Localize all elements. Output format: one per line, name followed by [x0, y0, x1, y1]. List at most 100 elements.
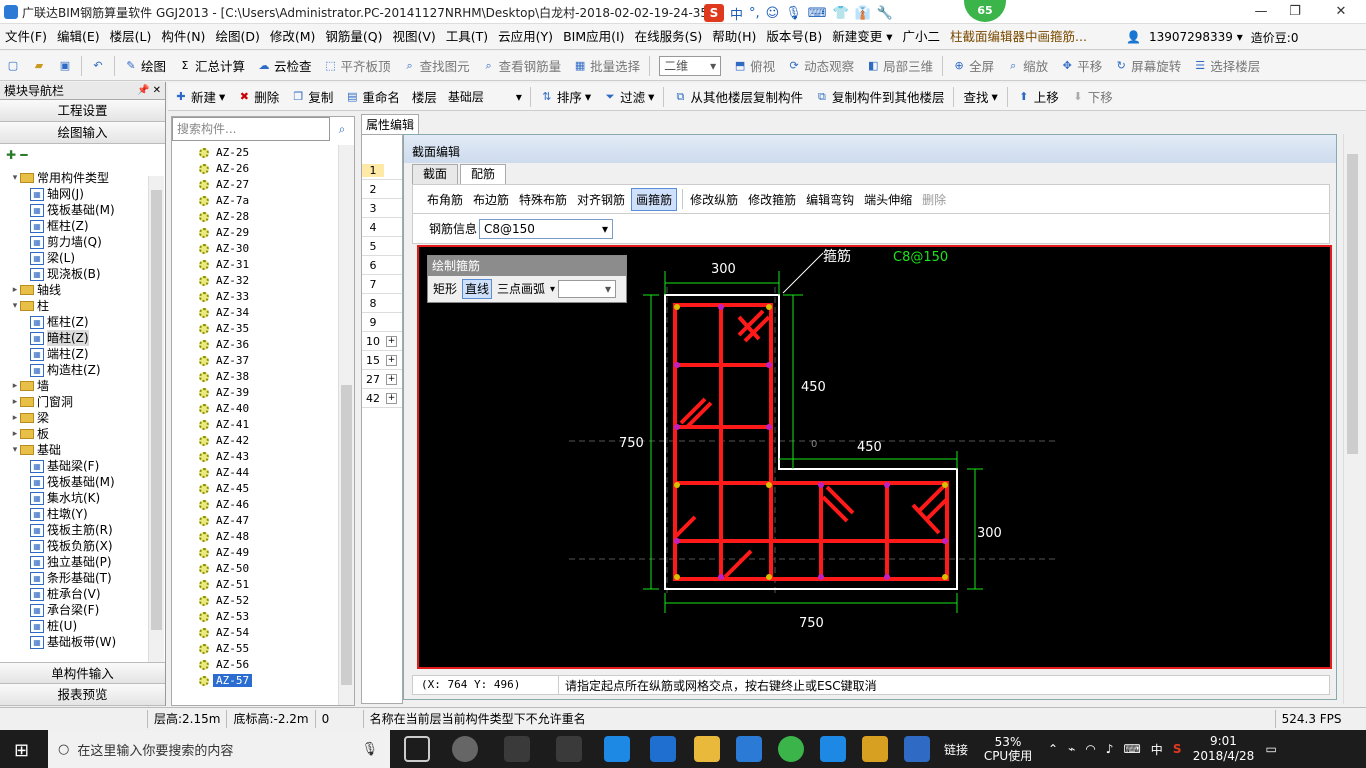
component-list-item[interactable]: AZ-29	[172, 225, 342, 241]
menu-version[interactable]: 版本号(B)	[761, 24, 827, 50]
grid-row[interactable]: 8	[362, 294, 402, 313]
grid-row[interactable]: 2	[362, 180, 402, 199]
tree-node[interactable]: ▦ 独立基础(P)	[0, 554, 148, 570]
tab-property-edit[interactable]: 属性编辑	[361, 114, 419, 134]
volume-icon[interactable]: ♪	[1106, 742, 1114, 756]
tree-expand-icon[interactable]: ▸	[10, 282, 20, 298]
menu-new-change[interactable]: 新建变更 ▾	[827, 24, 897, 50]
menu-draw[interactable]: 绘图(D)	[210, 24, 264, 50]
open-button[interactable]: ▰	[26, 53, 52, 79]
menu-view[interactable]: 视图(V)	[387, 24, 440, 50]
edge-bar-button[interactable]: 布边筋	[469, 189, 513, 210]
component-list-item[interactable]: AZ-25	[172, 145, 342, 161]
component-list-item[interactable]: AZ-53	[172, 609, 342, 625]
tree-node[interactable]: ▦ 轴网(J)	[0, 186, 148, 202]
windows-start-icon[interactable]: ⊞	[14, 740, 29, 761]
grid-row[interactable]: 42 +	[362, 389, 402, 408]
section-canvas[interactable]: 箍筋 C8@150 300 450 450 300 750 750 0 绘制箍筋…	[417, 245, 1332, 669]
tree-expand-icon[interactable]: ▾	[10, 298, 20, 314]
tree-node[interactable]: ▸ 轴线	[0, 282, 148, 298]
tree-node[interactable]: ▦ 桩(U)	[0, 618, 148, 634]
component-list-item[interactable]: AZ-39	[172, 385, 342, 401]
clock[interactable]: 9:01 2018/4/28	[1191, 734, 1255, 764]
glodon-active-icon[interactable]	[820, 736, 846, 762]
line-mode-button[interactable]: 直线	[462, 279, 493, 299]
tree-expand-icon[interactable]: ▸	[10, 410, 20, 426]
chevron-up-icon[interactable]: ⌃	[1048, 742, 1058, 756]
modify-long-bar-button[interactable]: 修改纵筋	[686, 189, 742, 210]
component-list-item[interactable]: AZ-28	[172, 209, 342, 225]
tree-node[interactable]: ▦ 剪力墙(Q)	[0, 234, 148, 250]
component-list-item[interactable]: AZ-47	[172, 513, 342, 529]
component-list-item[interactable]: AZ-38	[172, 369, 342, 385]
component-list-item[interactable]: AZ-56	[172, 657, 342, 673]
expand-plus-icon[interactable]: +	[386, 354, 397, 366]
tree-node[interactable]: ▦ 集水坑(K)	[0, 490, 148, 506]
component-list-item[interactable]: AZ-52	[172, 593, 342, 609]
sogou-icon[interactable]: S	[704, 4, 724, 22]
menu-bim[interactable]: BIM应用(I)	[558, 24, 630, 50]
tree-node[interactable]: ▦ 筏板基础(M)	[0, 202, 148, 218]
tree-expand-icon[interactable]: ▾	[10, 442, 20, 458]
expand-plus-icon[interactable]: +	[386, 335, 397, 347]
tree-node[interactable]: ▦ 现浇板(B)	[0, 266, 148, 282]
ime-item[interactable]: ☺	[766, 6, 780, 21]
tree-node[interactable]: ▦ 端柱(Z)	[0, 346, 148, 362]
tree-node[interactable]: ▦ 筏板基础(M)	[0, 474, 148, 490]
ime-item[interactable]: 👔	[855, 6, 871, 21]
component-list-item[interactable]: AZ-55	[172, 641, 342, 657]
price-beans[interactable]: 造价豆:0	[1251, 29, 1299, 46]
tree-node[interactable]: ▦ 框柱(Z)	[0, 314, 148, 330]
floor-select[interactable]: 基础层 ▾	[443, 87, 527, 107]
component-list-item[interactable]: AZ-40	[172, 401, 342, 417]
tree-node[interactable]: ▦ 框柱(Z)	[0, 218, 148, 234]
tree-node[interactable]: ▦ 条形基础(T)	[0, 570, 148, 586]
tree-scrollbar[interactable]	[148, 176, 164, 732]
taskbar-search[interactable]: ○ 在这里输入你要搜索的内容 🎙	[48, 730, 390, 768]
save-button[interactable]: ▣	[52, 53, 78, 79]
editor-scrollbar[interactable]	[1343, 134, 1361, 704]
task-view-icon[interactable]	[404, 736, 430, 762]
arc-param-select[interactable]: ▾	[558, 280, 617, 298]
copy-button[interactable]: ❐ 复制	[285, 84, 339, 110]
ime-item[interactable]: ⌨	[808, 6, 827, 21]
delete-button[interactable]: ✖ 删除	[231, 84, 285, 110]
component-list-item[interactable]: AZ-50	[172, 561, 342, 577]
tree-node[interactable]: ▦ 构造柱(Z)	[0, 362, 148, 378]
ime-item[interactable]: 👕	[833, 6, 849, 21]
component-list-item[interactable]: AZ-31	[172, 257, 342, 273]
tree-node[interactable]: ▦ 筏板负筋(X)	[0, 538, 148, 554]
glodon-app-icon[interactable]	[736, 736, 762, 762]
tree-node[interactable]: ▦ 承台梁(F)	[0, 602, 148, 618]
app-window-icon[interactable]	[904, 736, 930, 762]
notification-icon[interactable]: ▭	[1265, 742, 1276, 756]
dynamic-view-button[interactable]: ⟳ 动态观察	[781, 53, 860, 79]
fan-app-icon[interactable]	[452, 736, 478, 762]
tree-node[interactable]: ▦ 暗柱(Z)	[0, 330, 148, 346]
account-phone[interactable]: 13907298339 ▾	[1149, 30, 1243, 44]
ime-item[interactable]: 🎙	[785, 6, 802, 21]
menu-guangxiaoer[interactable]: 广小二	[898, 24, 946, 50]
component-list-item[interactable]: AZ-46	[172, 497, 342, 513]
grid-row[interactable]: 7	[362, 275, 402, 294]
component-list-item[interactable]: AZ-54	[172, 625, 342, 641]
align-bar-button[interactable]: 对齐钢筋	[573, 189, 629, 210]
notes-icon[interactable]	[862, 736, 888, 762]
modify-stirrup-button[interactable]: 修改箍筋	[744, 189, 800, 210]
score-badge[interactable]: 65	[964, 0, 1006, 22]
360-icon[interactable]	[778, 736, 804, 762]
draw-stirrup-button[interactable]: 画箍筋	[631, 187, 678, 211]
tree-node[interactable]: ▦ 基础梁(F)	[0, 458, 148, 474]
tree-node[interactable]: ▸ 门窗洞	[0, 394, 148, 410]
ime-item[interactable]: °,	[749, 6, 760, 21]
section-drawing[interactable]: 箍筋 C8@150 300 450 450 300 750 750 0	[419, 247, 1330, 667]
single-component-input-button[interactable]: 单构件输入	[0, 662, 165, 684]
find-element-button[interactable]: ⌕ 查找图元	[397, 53, 476, 79]
menu-rebar-qty[interactable]: 钢筋量(Q)	[320, 24, 387, 50]
grid-row[interactable]: 27 +	[362, 370, 402, 389]
grid-row[interactable]: 1	[362, 161, 402, 180]
menu-help[interactable]: 帮助(H)	[707, 24, 761, 50]
component-list-item[interactable]: AZ-45	[172, 481, 342, 497]
component-list-item[interactable]: AZ-43	[172, 449, 342, 465]
corner-bar-button[interactable]: 布角筋	[423, 189, 467, 210]
